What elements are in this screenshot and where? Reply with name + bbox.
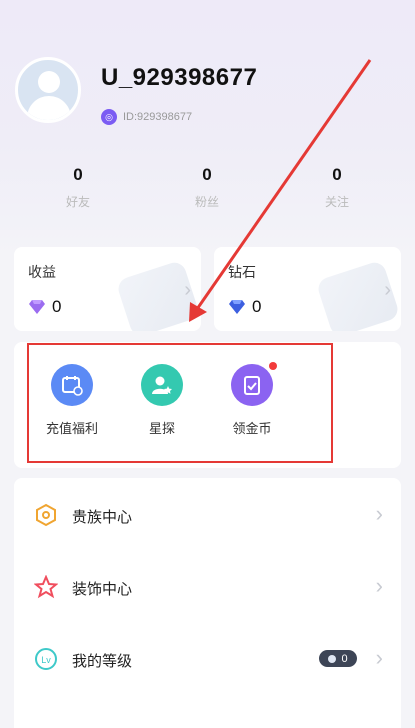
diamonds-value: 0 (252, 297, 262, 316)
menu-list: 贵族中心 › 装饰中心 › Lv 我的等级 0 › (14, 478, 401, 728)
menu-item-label: 我的等级 (72, 653, 133, 670)
avatar[interactable] (15, 57, 81, 123)
earnings-title: 收益 (28, 264, 56, 280)
chevron-right-icon: › (384, 279, 391, 301)
menu-item-decoration-center[interactable]: 装饰中心 › (14, 562, 401, 612)
decoration-star-icon (34, 575, 58, 599)
stat-label: 粉丝 (194, 195, 219, 209)
username: U_929398677 (101, 64, 258, 91)
header-background (0, 0, 415, 260)
diamonds-card[interactable]: 钻石 0 › (214, 247, 401, 331)
level-icon: Lv (35, 648, 57, 670)
stat-following[interactable]: 0 关注 (297, 165, 377, 210)
menu-item-noble-center[interactable]: 贵族中心 › (14, 490, 401, 540)
chevron-right-icon: › (184, 279, 191, 301)
diamonds-title: 钻石 (228, 264, 256, 280)
noble-shield-icon (36, 503, 56, 527)
diamonds-value-row: 0 (228, 297, 261, 317)
uid-badge-icon: ◎ (101, 109, 117, 125)
menu-item-label: 装饰中心 (72, 581, 133, 598)
stat-friends[interactable]: 0 好友 (38, 165, 118, 210)
avatar-head (38, 71, 60, 93)
svg-text:Lv: Lv (41, 655, 51, 665)
chevron-right-icon: › (375, 501, 383, 526)
chevron-right-icon: › (375, 573, 383, 598)
stats-row: 0 好友 0 粉丝 0 关注 (0, 165, 415, 215)
stat-value: 0 (73, 165, 83, 184)
blue-diamond-icon (229, 300, 245, 314)
uid-text: ID:929398677 (123, 111, 193, 123)
highlight-annotation-box (27, 343, 333, 463)
earnings-value: 0 (52, 297, 62, 316)
earnings-card[interactable]: 收益 0 › (14, 247, 201, 331)
level-badge: 0 (319, 650, 357, 667)
menu-item-label: 贵族中心 (72, 509, 133, 526)
stat-value: 0 (332, 165, 342, 184)
menu-item-my-level[interactable]: Lv 我的等级 0 › (14, 634, 401, 684)
uid-row: ◎ ID:929398677 (101, 108, 192, 126)
level-value: 0 (341, 652, 348, 665)
avatar-body (27, 96, 71, 120)
stat-fans[interactable]: 0 粉丝 (167, 165, 247, 210)
earnings-value-row: 0 (28, 297, 61, 317)
chevron-right-icon: › (375, 645, 383, 670)
stat-value: 0 (202, 165, 212, 184)
level-badge-icon (328, 654, 337, 663)
stat-label: 好友 (65, 195, 90, 209)
purple-gem-icon (29, 300, 45, 314)
stat-label: 关注 (324, 195, 349, 209)
